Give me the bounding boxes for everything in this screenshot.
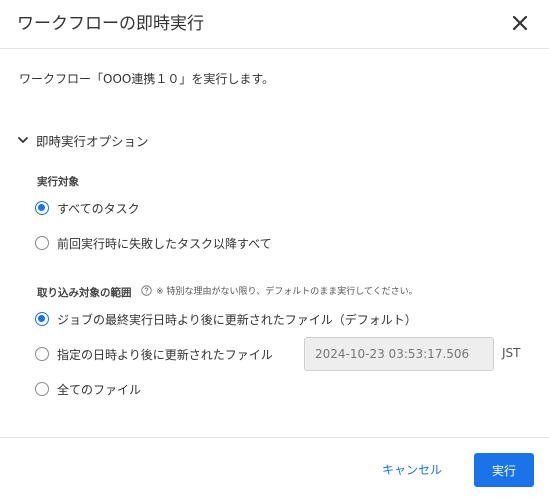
scope-option-default[interactable]: ジョブの最終実行日時より後に更新されたファイル（デフォルト）	[35, 310, 417, 328]
help-circle-icon[interactable]	[141, 285, 152, 296]
radio-scope-specified[interactable]	[35, 347, 49, 361]
run-button[interactable]: 実行	[474, 453, 534, 487]
cancel-button[interactable]: キャンセル	[368, 453, 456, 485]
execute-workflow-dialog: ワークフローの即時実行 ワークフロー「OOO連携１０」を実行します。 即時実行オ…	[0, 0, 549, 496]
close-button[interactable]	[509, 12, 531, 34]
radio-from-failed[interactable]	[35, 236, 49, 250]
dialog-footer	[0, 437, 549, 497]
radio-label: すべてのタスク	[57, 201, 140, 216]
scope-label-text: 取り込み対象の範囲	[37, 287, 132, 299]
radio-label: ジョブの最終実行日時より後に更新されたファイル（デフォルト）	[57, 312, 417, 327]
target-group-label: 実行対象	[37, 176, 79, 188]
radio-scope-all-files[interactable]	[35, 382, 49, 396]
timezone-label: JST	[502, 346, 521, 360]
options-section-toggle[interactable]: 即時実行オプション	[17, 131, 149, 149]
close-icon	[512, 15, 528, 31]
radio-label: 前回実行時に失敗したタスク以降すべて	[57, 236, 272, 251]
target-option-from-failed[interactable]: 前回実行時に失敗したタスク以降すべて	[35, 234, 272, 252]
dialog-title: ワークフローの即時実行	[17, 14, 204, 34]
target-option-all-tasks[interactable]: すべてのタスク	[35, 199, 140, 217]
radio-scope-default[interactable]	[35, 312, 49, 326]
scope-hint-text: ※ 特別な理由がない限り、デフォルトのまま実行してください。	[156, 287, 418, 297]
scope-option-specified-datetime[interactable]: 指定の日時より後に更新されたファイル	[35, 345, 273, 363]
radio-label: 指定の日時より後に更新されたファイル	[57, 347, 273, 362]
radio-all-tasks[interactable]	[35, 201, 49, 215]
datetime-input[interactable]	[304, 337, 494, 371]
dialog-header: ワークフローの即時実行	[0, 0, 549, 49]
scope-option-all-files[interactable]: 全てのファイル	[35, 380, 141, 398]
scope-group-label: 取り込み対象の範囲 ※ 特別な理由がない限り、デフォルトのまま実行してください。	[37, 284, 418, 300]
scope-hint: ※ 特別な理由がない限り、デフォルトのまま実行してください。	[141, 284, 418, 297]
radio-label: 全てのファイル	[57, 382, 142, 397]
dialog-description: ワークフロー「OOO連携１０」を実行します。	[19, 72, 275, 86]
options-section-label: 即時実行オプション	[36, 133, 149, 149]
chevron-down-icon	[18, 137, 28, 143]
